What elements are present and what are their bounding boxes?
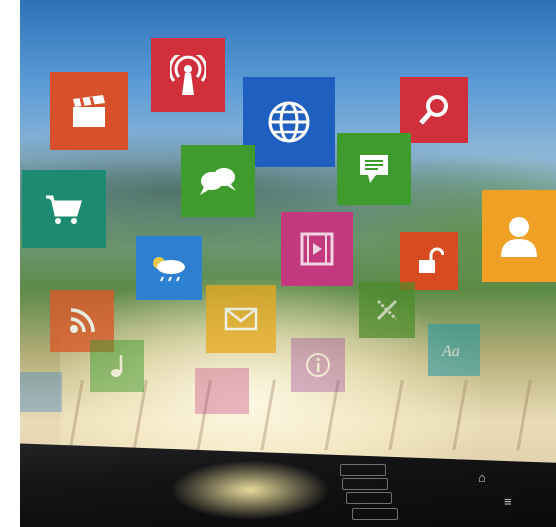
tools-icon (359, 282, 415, 338)
mail-icon (206, 285, 276, 353)
device-button (340, 464, 386, 476)
music-icon (90, 340, 144, 392)
font-icon: Aa (428, 324, 480, 376)
blank-tile (195, 368, 249, 414)
chat-bubbles-icon (181, 145, 255, 217)
globe-icon (243, 77, 335, 167)
video-icon (281, 212, 353, 286)
message-icon (337, 133, 411, 205)
broadcast-antenna-icon (151, 38, 225, 112)
contact-icon (482, 190, 556, 282)
app-icons-photo: Aa ⤺ ⌂ ≡ (0, 0, 556, 527)
device-button (346, 492, 392, 504)
blank-tile (20, 372, 62, 412)
device-button (342, 478, 388, 490)
menu-icon: ≡ (504, 494, 512, 509)
clapperboard-icon (50, 72, 128, 150)
home-icon: ⌂ (478, 470, 486, 485)
weather-icon (136, 236, 202, 300)
info-icon (291, 338, 345, 392)
device-button (352, 508, 398, 520)
svg-text:Aa: Aa (441, 343, 460, 360)
shopping-cart-icon (22, 170, 106, 248)
